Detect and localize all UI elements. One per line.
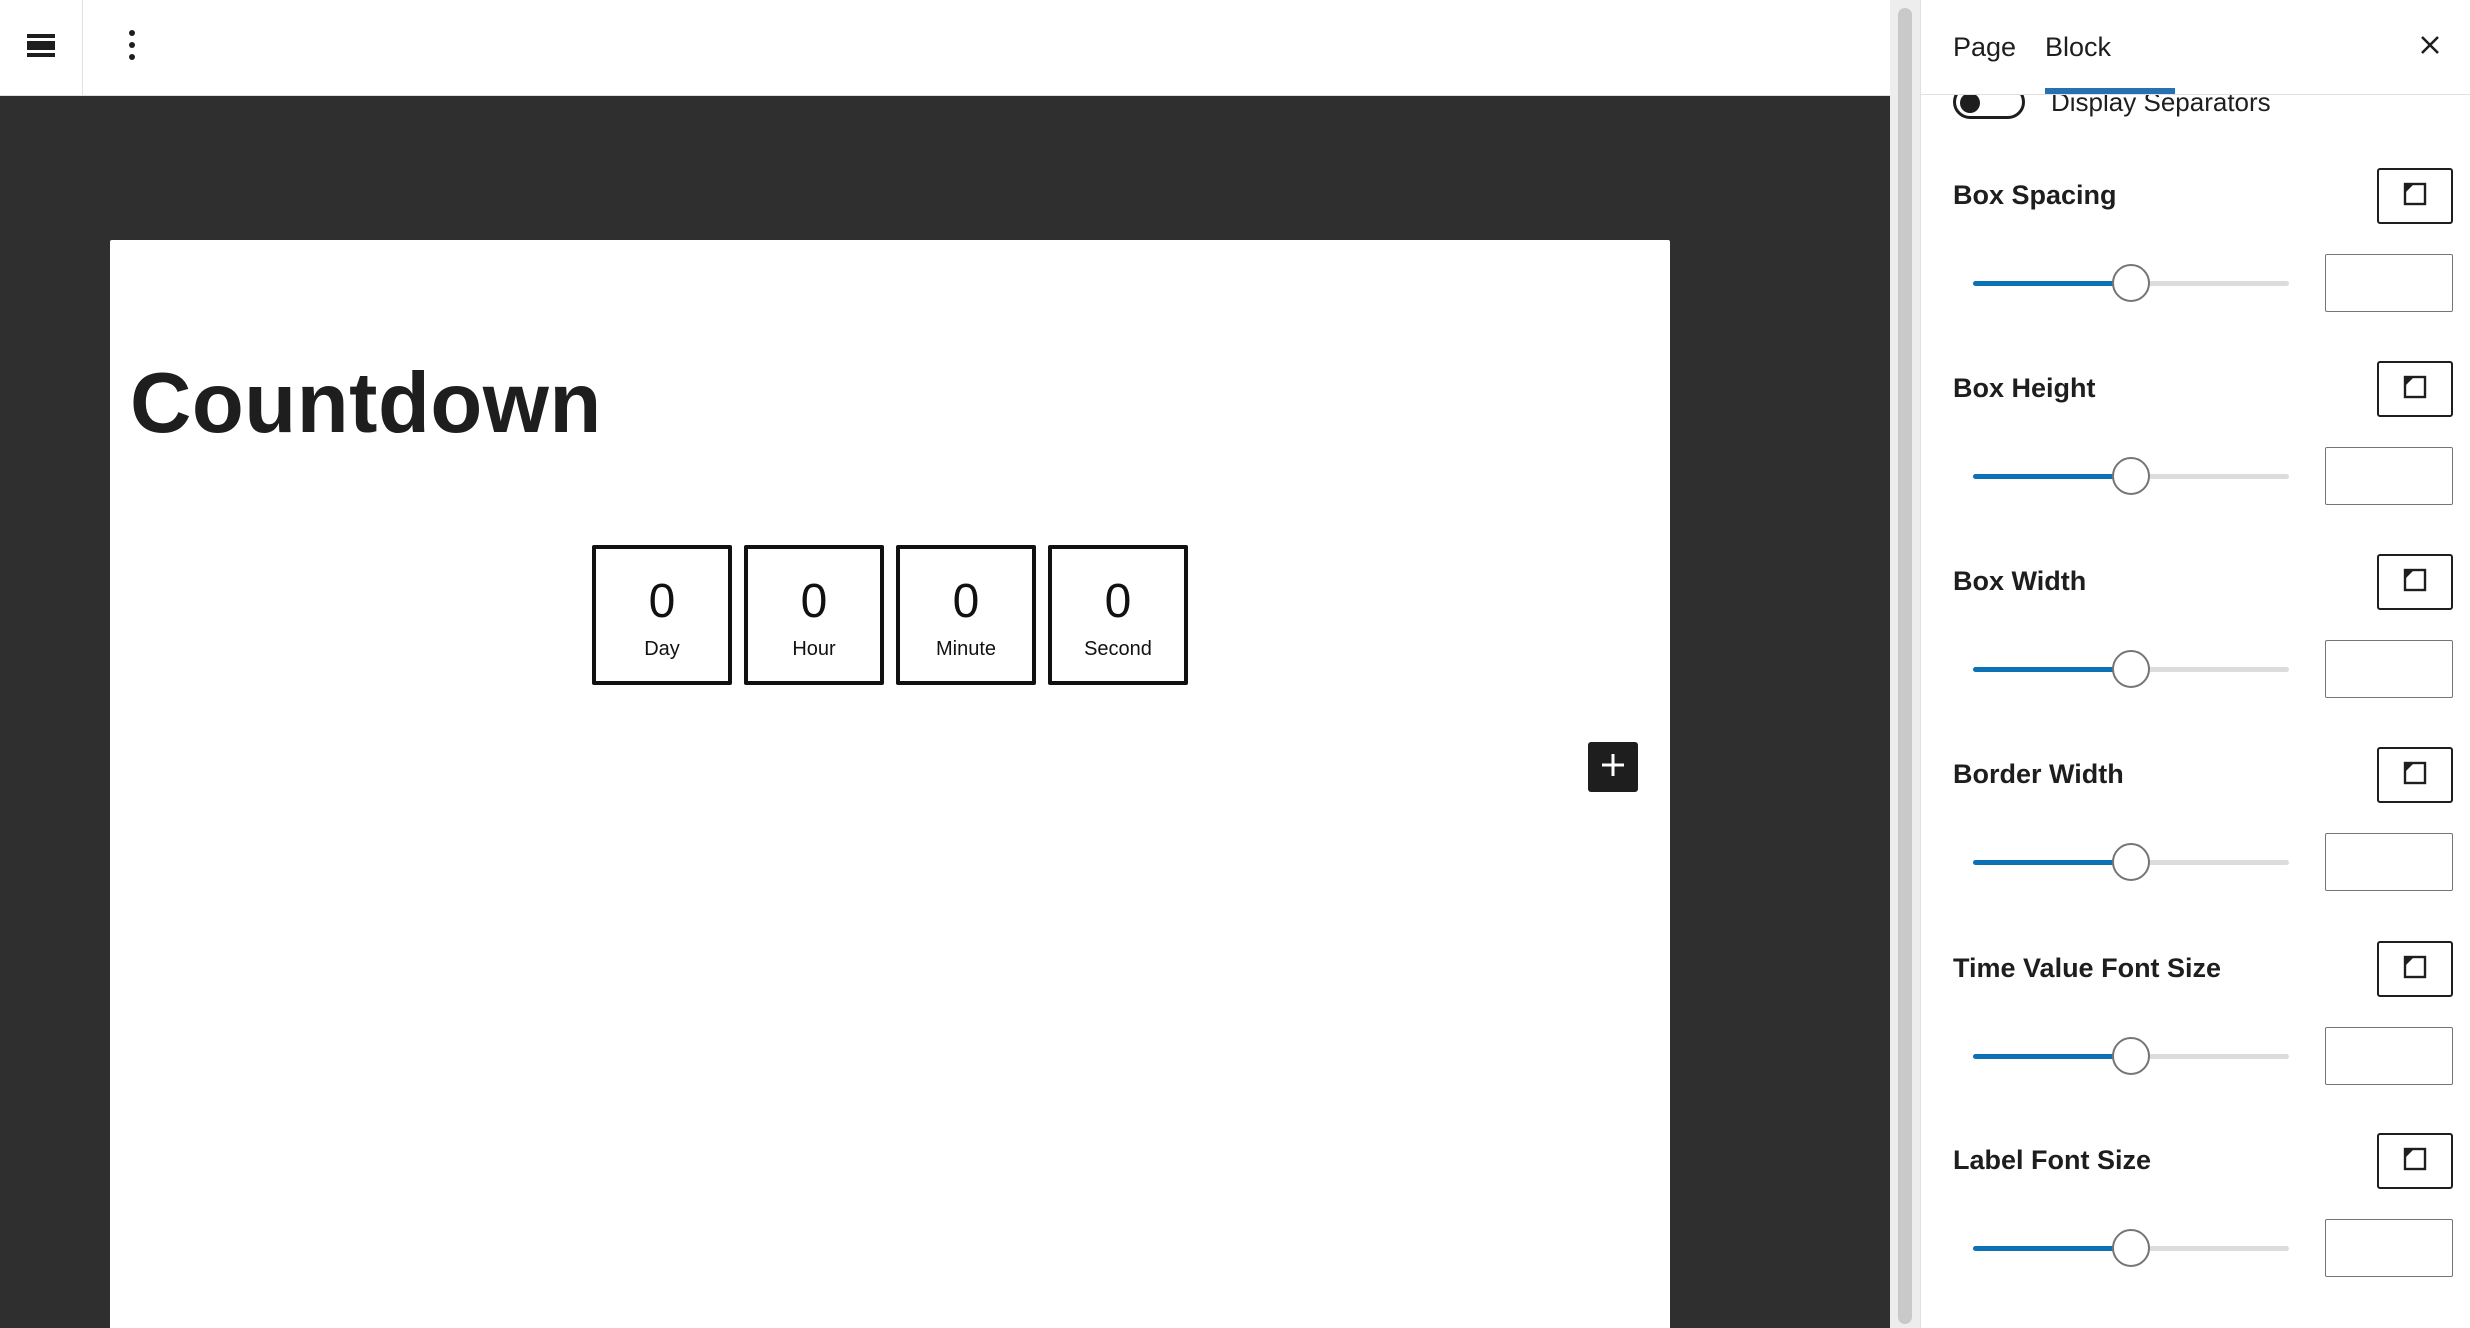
range-slider[interactable] xyxy=(1973,1228,2289,1268)
countdown-value: 0 xyxy=(1104,574,1132,628)
unit-toggle-button[interactable] xyxy=(2377,168,2453,224)
slider-fill xyxy=(1973,474,2131,479)
custom-unit-icon xyxy=(2402,374,2428,405)
range-slider[interactable] xyxy=(1973,1036,2289,1076)
unit-toggle-button[interactable] xyxy=(2377,554,2453,610)
tab-page[interactable]: Page xyxy=(1953,0,2016,95)
countdown-box-day: 0 Day xyxy=(592,545,732,685)
plus-icon xyxy=(1599,751,1627,784)
slider-fill xyxy=(1973,667,2131,672)
custom-unit-icon xyxy=(2402,954,2428,985)
slider-thumb[interactable] xyxy=(2112,1037,2150,1075)
close-sidebar-button[interactable] xyxy=(2407,24,2453,70)
number-input[interactable] xyxy=(2325,1027,2453,1085)
number-input[interactable] xyxy=(2325,447,2453,505)
control-label: Label Font Size xyxy=(1953,1144,2152,1175)
slider-fill xyxy=(1973,281,2131,286)
sidebar-header: Page Block xyxy=(1921,0,2470,95)
range-control: Box Height xyxy=(1953,360,2453,540)
countdown-box-hour: 0 Hour xyxy=(744,545,884,685)
number-input[interactable] xyxy=(2325,833,2453,891)
tab-block[interactable]: Block xyxy=(2045,0,2111,95)
countdown-label: Hour xyxy=(792,637,836,660)
unit-toggle-button[interactable] xyxy=(2377,747,2453,803)
slider-fill xyxy=(1973,1054,2131,1059)
more-options-button[interactable] xyxy=(84,0,180,95)
slider-fill xyxy=(1973,860,2131,865)
range-control: Border Width xyxy=(1953,746,2453,926)
custom-unit-icon xyxy=(2402,567,2428,598)
slider-thumb[interactable] xyxy=(2112,1229,2150,1267)
number-input[interactable] xyxy=(2325,254,2453,312)
unit-toggle-button[interactable] xyxy=(2377,941,2453,997)
custom-unit-icon xyxy=(2402,1146,2428,1177)
countdown-value: 0 xyxy=(648,574,676,628)
slider-fill xyxy=(1973,1246,2131,1251)
countdown-box-minute: 0 Minute xyxy=(896,545,1036,685)
range-slider[interactable] xyxy=(1973,842,2289,882)
range-slider[interactable] xyxy=(1973,456,2289,496)
countdown-box-second: 0 Second xyxy=(1048,545,1188,685)
control-label: Box Height xyxy=(1953,372,2096,403)
range-control: Time Value Font Size xyxy=(1953,940,2453,1120)
custom-unit-icon xyxy=(2402,181,2428,212)
unit-toggle-button[interactable] xyxy=(2377,361,2453,417)
countdown-value: 0 xyxy=(952,574,980,628)
page-title[interactable]: Countdown xyxy=(130,355,602,453)
control-label: Box Spacing xyxy=(1953,179,2117,210)
countdown-block[interactable]: 0 Day 0 Hour 0 Minute 0 Second xyxy=(592,545,1188,685)
countdown-value: 0 xyxy=(800,574,828,628)
slider-thumb[interactable] xyxy=(2112,264,2150,302)
countdown-label: Minute xyxy=(935,637,997,660)
range-control: Label Font Size xyxy=(1953,1132,2453,1312)
countdown-label: Day xyxy=(644,637,680,660)
block-navigation-button[interactable] xyxy=(0,0,83,95)
scrollbar-thumb[interactable] xyxy=(1898,8,1912,1324)
control-label: Border Width xyxy=(1953,758,2124,789)
editor-toolbar xyxy=(0,0,1890,96)
slider-thumb[interactable] xyxy=(2112,843,2150,881)
unit-toggle-button[interactable] xyxy=(2377,1133,2453,1189)
number-input[interactable] xyxy=(2325,1219,2453,1277)
slider-thumb[interactable] xyxy=(2112,457,2150,495)
number-input[interactable] xyxy=(2325,640,2453,698)
editor-canvas: Countdown 0 Day 0 Hour 0 Minute 0 Second xyxy=(110,240,1670,1328)
range-control: Box Spacing xyxy=(1953,167,2453,347)
active-tab-indicator xyxy=(2045,88,2175,94)
range-control: Box Width xyxy=(1953,553,2453,733)
toggle-knob xyxy=(1960,93,1980,113)
close-icon xyxy=(2418,33,2442,62)
menu-icon xyxy=(25,29,57,66)
custom-unit-icon xyxy=(2402,760,2428,791)
range-slider[interactable] xyxy=(1973,649,2289,689)
slider-thumb[interactable] xyxy=(2112,650,2150,688)
settings-sidebar: Page Block Display Separators Box Spacin… xyxy=(1920,0,2470,1328)
countdown-label: Second xyxy=(1084,637,1152,660)
range-slider[interactable] xyxy=(1973,263,2289,303)
control-label: Time Value Font Size xyxy=(1953,952,2222,983)
editor-scrollbar[interactable] xyxy=(1890,0,1920,1328)
editor-area: Countdown 0 Day 0 Hour 0 Minute 0 Second xyxy=(0,0,1890,1328)
add-block-button[interactable] xyxy=(1588,742,1638,792)
more-vertical-icon xyxy=(126,27,138,68)
control-label: Box Width xyxy=(1953,565,2087,596)
